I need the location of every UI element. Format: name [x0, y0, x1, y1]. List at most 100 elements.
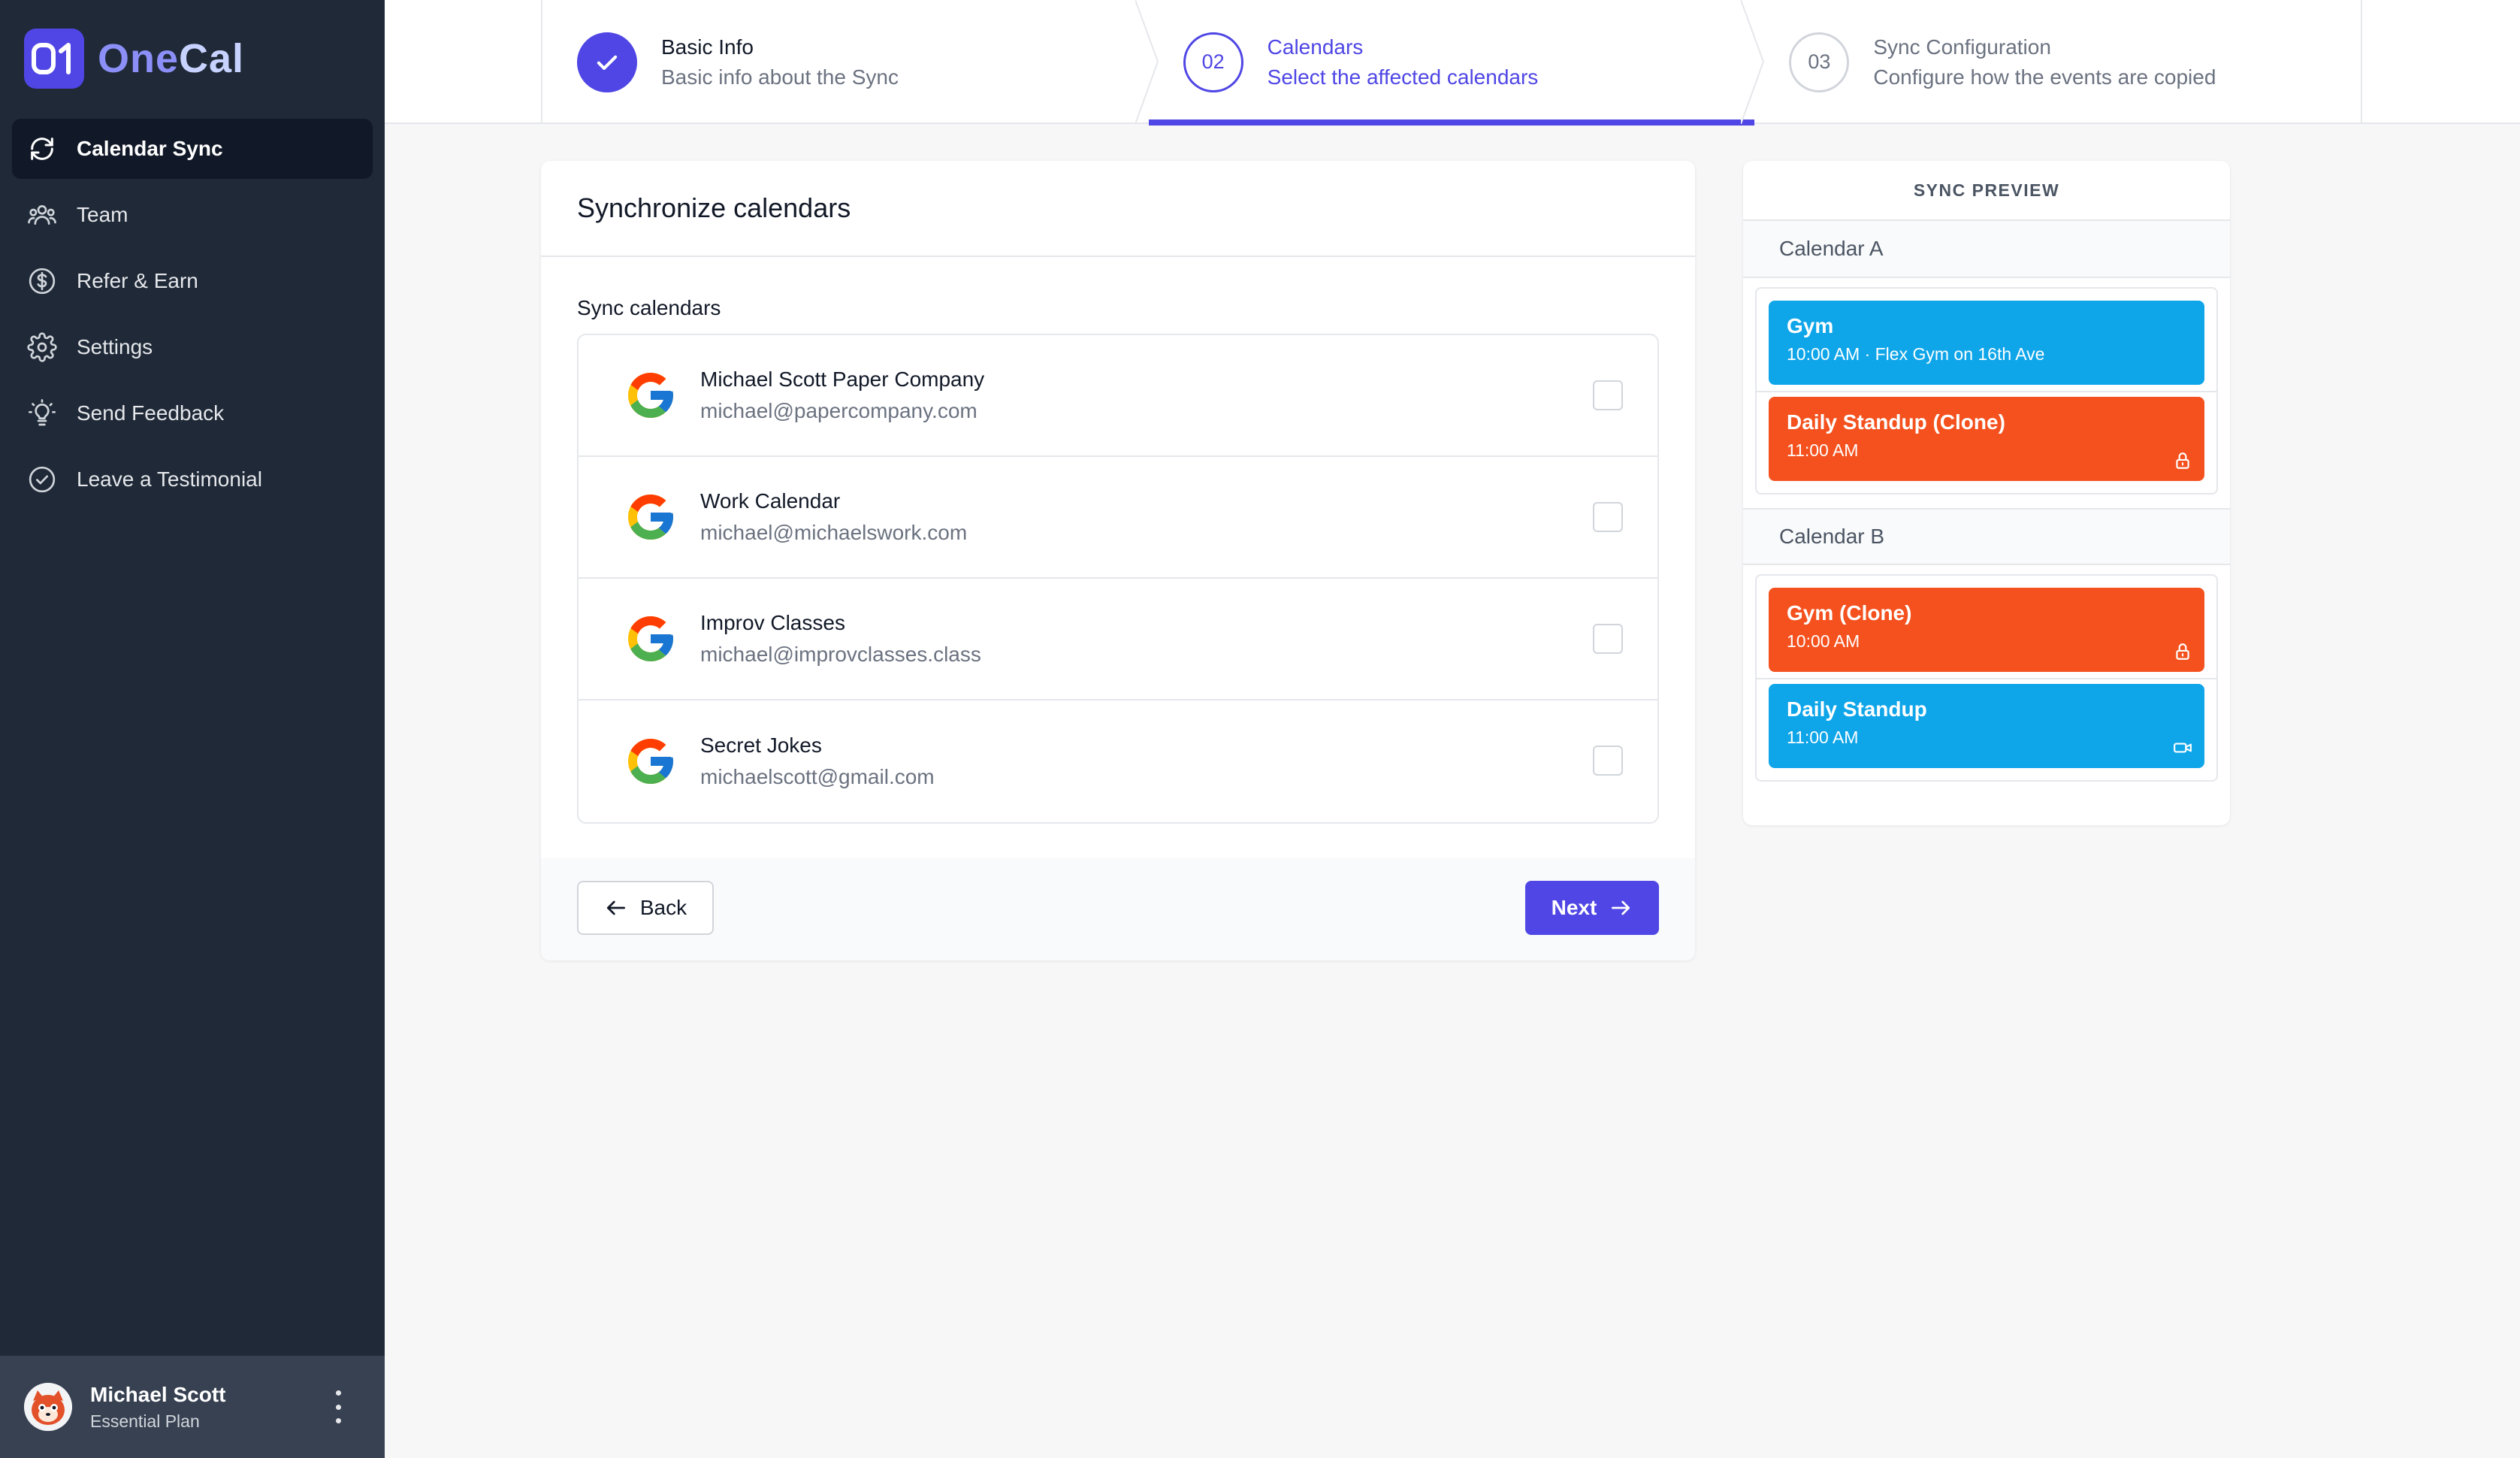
team-icon	[26, 198, 59, 231]
arrow-left-icon	[606, 900, 625, 915]
calendar-text: Work Calendar michael@michaelswork.com	[700, 489, 967, 545]
event-title: Daily Standup (Clone)	[1787, 410, 2005, 434]
next-button[interactable]: Next	[1525, 881, 1659, 935]
calendar-checkbox[interactable]	[1593, 380, 1623, 410]
sidebar-item-label: Leave a Testimonial	[77, 467, 262, 491]
step-sync-configuration[interactable]: 03 Sync Configuration Configure how the …	[1754, 0, 2361, 124]
lightbulb-icon	[26, 397, 59, 430]
sidebar: OneCal Calendar Sync Team Refer & Earn S…	[0, 0, 385, 1458]
step-title: Sync Configuration	[1873, 35, 2051, 59]
event-card: Gym (Clone) 10:00 AM	[1757, 588, 2216, 679]
step-text: Basic Info Basic info about the Sync	[661, 35, 899, 89]
calendar-name: Work Calendar	[700, 489, 841, 513]
step-text: Sync Configuration Configure how the eve…	[1873, 35, 2216, 89]
event-subtitle: 10:00 AM	[1787, 631, 1860, 651]
google-icon	[628, 495, 673, 540]
step-title: Basic Info	[661, 35, 754, 59]
video-icon	[2174, 743, 2192, 753]
step-number: 02	[1183, 32, 1243, 92]
calendar-row[interactable]: Work Calendar michael@michaelswork.com	[579, 457, 1657, 579]
user-info: Michael Scott Essential Plan	[90, 1383, 225, 1432]
event-title: Gym (Clone)	[1787, 601, 1912, 625]
calendar-text: Improv Classes michael@improvclasses.cla…	[700, 611, 981, 667]
sidebar-item-calendar-sync[interactable]: Calendar Sync	[12, 119, 373, 179]
gear-icon	[26, 331, 59, 364]
event-subtitle: 11:00 AM	[1787, 440, 1859, 460]
calendar-name: Improv Classes	[700, 611, 845, 634]
step-basic-info[interactable]: Basic Info Basic info about the Sync	[542, 0, 1159, 124]
calendar-row[interactable]: Michael Scott Paper Company michael@pape…	[579, 335, 1657, 457]
sync-icon	[26, 132, 59, 165]
calendar-text: Michael Scott Paper Company michael@pape…	[700, 368, 984, 423]
step-subtitle: Basic info about the Sync	[661, 65, 899, 89]
page-title: Synchronize calendars	[577, 192, 851, 223]
user-profile[interactable]: Michael Scott Essential Plan	[0, 1356, 385, 1458]
synchronize-calendars-card: Synchronize calendars Sync calendars Mic…	[541, 161, 1695, 960]
sidebar-item-label: Refer & Earn	[77, 269, 198, 292]
google-icon	[628, 373, 673, 418]
sidebar-item-send-feedback[interactable]: Send Feedback	[12, 383, 373, 443]
avatar	[24, 1383, 72, 1431]
calendar-a-label: Calendar A	[1743, 221, 2230, 278]
event-title: Gym	[1787, 314, 1834, 337]
more-vertical-icon[interactable]	[331, 1390, 346, 1423]
card-footer: Back Next	[541, 858, 1695, 960]
sidebar-item-label: Settings	[77, 335, 153, 358]
sidebar-item-settings[interactable]: Settings	[12, 317, 373, 377]
calendar-email: michaelscott@gmail.com	[700, 765, 935, 788]
dollar-icon	[26, 265, 59, 298]
event-subtitle: 11:00 AM	[1787, 727, 1859, 747]
check-icon	[577, 32, 637, 92]
calendar-checkbox[interactable]	[1593, 624, 1623, 654]
google-icon	[628, 616, 673, 661]
step-calendars[interactable]: 02 Calendars Select the affected calenda…	[1148, 0, 1765, 126]
user-name: Michael Scott	[90, 1382, 226, 1406]
calendar-email: michael@papercompany.com	[700, 399, 977, 422]
lock-icon	[2176, 452, 2189, 469]
stepper: Basic Info Basic info about the Sync 02 …	[385, 0, 2520, 126]
calendar-b-events: Gym (Clone) 10:00 AM Daily Standup 11:00…	[1755, 574, 2218, 782]
sidebar-item-label: Send Feedback	[77, 401, 225, 425]
next-button-label: Next	[1551, 896, 1597, 919]
step-subtitle: Select the affected calendars	[1267, 65, 1539, 89]
step-separator-icon	[1741, 0, 1765, 124]
lock-icon	[2176, 643, 2189, 660]
calendar-checkbox[interactable]	[1593, 502, 1623, 532]
sync-preview-panel: SYNC PREVIEW Calendar A Gym 10:00 AM · F…	[1743, 161, 2230, 825]
logo-mark-glyph	[32, 43, 71, 74]
event-subtitle: 10:00 AM · Flex Gym on 16th Ave	[1787, 344, 2045, 364]
step-separator-icon	[1135, 0, 1159, 124]
onecal-logo[interactable]: OneCal	[24, 29, 244, 89]
event-card: Gym 10:00 AM · Flex Gym on 16th Ave	[1757, 301, 2216, 392]
logo-wordmark: OneCal	[98, 36, 245, 81]
calendar-name: Secret Jokes	[700, 734, 822, 757]
sync-calendars-label: Sync calendars	[577, 296, 721, 319]
steps-container: Basic Info Basic info about the Sync 02 …	[541, 0, 2362, 126]
back-button[interactable]: Back	[577, 881, 714, 935]
event-card: Daily Standup 11:00 AM	[1769, 684, 2204, 768]
sidebar-nav: Calendar Sync Team Refer & Earn Settings…	[12, 119, 373, 516]
calendar-checkbox[interactable]	[1593, 746, 1623, 776]
calendar-b-label: Calendar B	[1743, 508, 2230, 565]
calendar-row[interactable]: Improv Classes michael@improvclasses.cla…	[579, 579, 1657, 700]
event-title: Daily Standup	[1787, 697, 1927, 721]
calendar-a-events: Gym 10:00 AM · Flex Gym on 16th Ave Dail…	[1755, 287, 2218, 495]
step-subtitle: Configure how the events are copied	[1873, 65, 2216, 89]
sidebar-item-leave-testimonial[interactable]: Leave a Testimonial	[12, 449, 373, 510]
sidebar-item-team[interactable]: Team	[12, 185, 373, 245]
sidebar-item-label: Calendar Sync	[77, 137, 223, 160]
google-icon	[628, 739, 673, 784]
avatar-image	[24, 1383, 72, 1431]
calendar-list: Michael Scott Paper Company michael@pape…	[577, 334, 1659, 824]
back-button-label: Back	[639, 896, 687, 919]
sync-preview-heading: SYNC PREVIEW	[1743, 161, 2230, 221]
step-number: 03	[1789, 32, 1850, 92]
card-header: Synchronize calendars	[541, 161, 1695, 257]
step-title: Calendars	[1267, 35, 1364, 59]
sidebar-item-refer-earn[interactable]: Refer & Earn	[12, 251, 373, 311]
calendar-name: Michael Scott Paper Company	[700, 368, 985, 391]
calendar-row[interactable]: Secret Jokes michaelscott@gmail.com	[579, 700, 1657, 822]
logo-mark	[24, 29, 84, 89]
arrow-right-icon	[1612, 900, 1630, 915]
step-text: Calendars Select the affected calendars	[1268, 35, 1539, 89]
